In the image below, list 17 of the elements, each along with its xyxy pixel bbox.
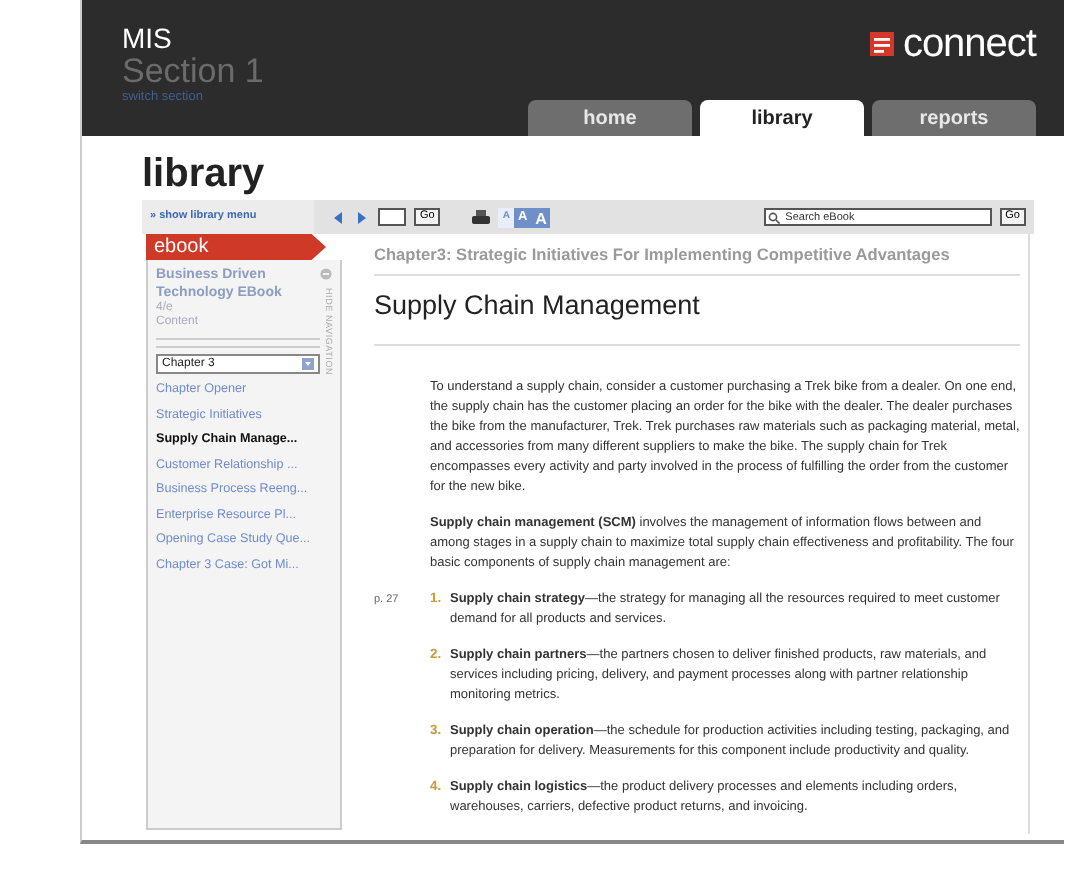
next-button[interactable] bbox=[354, 209, 370, 225]
section-title: Supply Chain Management bbox=[374, 276, 1020, 346]
nav-tab[interactable]: reports bbox=[872, 100, 1036, 136]
print-icon[interactable] bbox=[472, 209, 491, 225]
nav-tab[interactable]: home bbox=[528, 100, 692, 136]
font-size-button[interactable]: A bbox=[531, 207, 551, 227]
course-name: MIS bbox=[122, 24, 174, 54]
nav-tab[interactable]: library bbox=[700, 100, 864, 136]
page-title: library bbox=[140, 150, 267, 200]
previous-button[interactable] bbox=[330, 209, 346, 225]
dropdown-icon bbox=[302, 358, 314, 370]
logo-icon bbox=[870, 32, 895, 56]
page-field[interactable] bbox=[378, 208, 406, 226]
ebook-tab[interactable]: ebook bbox=[146, 234, 326, 260]
section-name: Section 1 bbox=[122, 54, 264, 90]
chapter-heading: Chapter3: Strategic Initiatives For Implementing Competitive Advantages bbox=[374, 242, 1020, 277]
logo-text: connect bbox=[902, 24, 1036, 64]
